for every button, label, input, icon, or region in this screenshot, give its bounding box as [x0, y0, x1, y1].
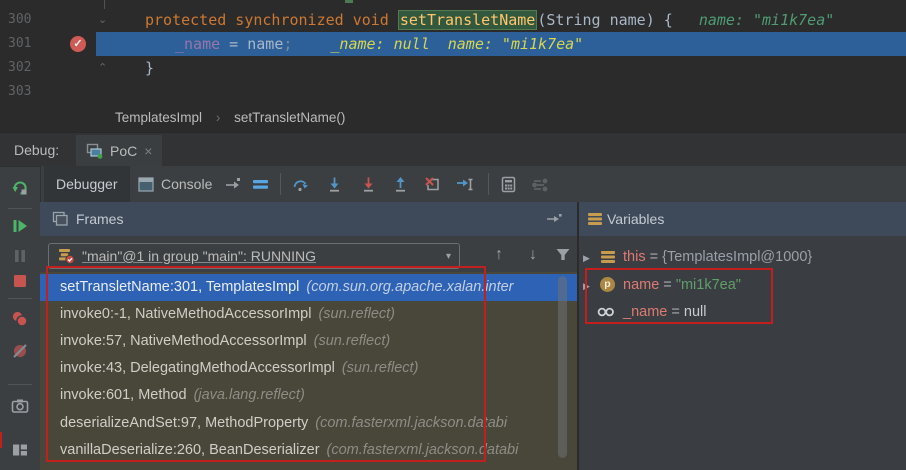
variables-icon	[587, 211, 603, 227]
panel-header-bar: Frames Variables	[40, 202, 906, 236]
pause-button	[11, 247, 29, 265]
breakpoint-icon[interactable]: ✓	[70, 36, 86, 52]
field-token: _name	[175, 35, 221, 53]
inline-debugger-hint: name: "mi1k7ea"	[447, 35, 584, 53]
fold-marker-end-icon[interactable]: ⌃	[98, 56, 112, 80]
breadcrumb: TemplatesImpl › setTransletName()	[0, 104, 906, 132]
tab-console[interactable]: Console	[126, 166, 224, 202]
annotation-rect-frames	[46, 266, 486, 462]
breadcrumb-separator: ›	[215, 110, 221, 125]
restore-layout-button[interactable]	[11, 441, 29, 459]
equals-sign: =	[645, 249, 663, 265]
breadcrumb-method[interactable]: setTransletName()	[234, 110, 345, 125]
step-out-icon[interactable]	[392, 176, 409, 193]
line-number: 303	[8, 84, 32, 99]
trace-streams-icon	[532, 176, 549, 193]
rerun-button[interactable]	[11, 179, 29, 197]
line-number: 301	[8, 36, 32, 51]
annotation-fragment	[0, 432, 2, 448]
resume-button[interactable]	[11, 217, 29, 235]
rail-separator	[8, 208, 32, 209]
frames-icon	[52, 211, 69, 227]
arg-token: name	[247, 35, 284, 53]
ide-debug-window: 300 301 302 303 ✓ ⌄ ⌃ protected synchron…	[0, 0, 906, 470]
rail-separator	[8, 298, 32, 299]
code-keywords: protected synchronized void	[145, 11, 398, 29]
toolbar-separator	[280, 173, 281, 195]
console-icon	[138, 176, 154, 192]
line-number: 300	[8, 12, 32, 27]
code-editor[interactable]: 300 301 302 303 ✓ ⌄ ⌃ protected synchron…	[0, 0, 906, 104]
debugger-toolbar: Debugger Console	[40, 166, 906, 203]
step-into-icon[interactable]	[326, 176, 343, 193]
frame-up-button[interactable]: ↑	[488, 244, 510, 266]
variable-value: {TemplatesImpl@1000}	[662, 249, 813, 265]
frame-down-button[interactable]: ↓	[522, 244, 544, 266]
mute-breakpoints-button[interactable]	[11, 342, 29, 360]
breadcrumb-class[interactable]: TemplatesImpl	[115, 110, 202, 125]
rail-separator	[8, 384, 32, 385]
frames-panel-title: Frames	[76, 211, 124, 227]
stop-button[interactable]	[11, 272, 29, 290]
code-params: (String name) {	[537, 11, 673, 29]
evaluate-expression-icon[interactable]	[500, 176, 517, 193]
force-step-into-icon[interactable]	[360, 176, 377, 193]
annotation-rect-variables	[585, 268, 773, 324]
filter-frames-icon[interactable]	[552, 244, 574, 266]
object-icon	[600, 249, 616, 265]
close-icon[interactable]: ×	[144, 143, 152, 159]
toolbar-separator	[488, 173, 489, 195]
step-over-icon[interactable]	[292, 176, 309, 193]
threads-view-icon[interactable]	[252, 176, 269, 193]
chevron-down-icon: ▾	[445, 250, 451, 262]
code-line-300[interactable]: protected synchronized void setTransletN…	[145, 8, 834, 32]
code-line-302[interactable]: }	[145, 56, 154, 80]
tab-debugger[interactable]: Debugger	[44, 166, 130, 202]
debug-session-title: PoC	[110, 143, 138, 159]
thread-selector-value: "main"@1 in group "main": RUNNING	[82, 248, 317, 264]
run-to-cursor-icon[interactable]	[456, 176, 473, 193]
drop-frame-icon[interactable]	[424, 176, 441, 193]
variable-row-this[interactable]: ▶ this = {TemplatesImpl@1000}	[579, 244, 906, 270]
tab-console-label: Console	[161, 176, 213, 192]
debug-left-toolbar	[0, 166, 41, 470]
tab-debugger-label: Debugger	[56, 176, 118, 192]
fold-marker-collapse-icon[interactable]: ⌄	[98, 8, 112, 32]
method-name-highlighted: setTransletName	[397, 10, 538, 30]
inline-debugger-hint: _name: null	[330, 35, 430, 53]
highlight-fragment	[345, 0, 353, 3]
line-number: 302	[8, 60, 32, 75]
operator-token: =	[220, 35, 248, 53]
variables-panel-title: Variables	[607, 211, 665, 227]
debug-toolwindow-header: Debug: PoC ×	[0, 132, 906, 167]
code-line-301[interactable]: _name = name; _name: null name: "mi1k7ea"	[175, 32, 583, 56]
debug-session-tab[interactable]: PoC ×	[76, 135, 163, 167]
variable-name: this	[623, 249, 646, 265]
inline-debugger-hint: name: "mi1k7ea"	[698, 11, 835, 29]
view-breakpoints-button[interactable]	[11, 310, 29, 328]
thread-icon	[57, 248, 75, 265]
debug-session-icon	[86, 143, 103, 159]
thread-dump-camera-button[interactable]	[11, 397, 29, 415]
debug-label: Debug:	[14, 142, 60, 158]
semicolon-token: ;	[283, 35, 293, 53]
show-execution-point-icon[interactable]	[224, 176, 241, 193]
pin-execution-icon[interactable]	[546, 212, 562, 226]
frames-scrollbar[interactable]	[558, 276, 567, 458]
